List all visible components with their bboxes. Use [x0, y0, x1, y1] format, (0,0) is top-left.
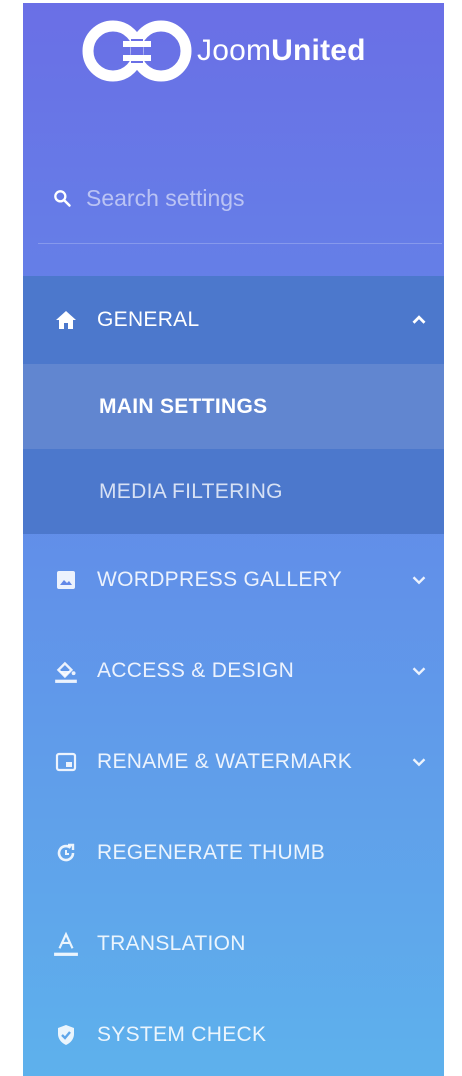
shield-check-icon: [53, 1022, 79, 1048]
menu-item-rename-watermark[interactable]: RENAME & WATERMARK: [23, 716, 444, 807]
menu-item-system-check[interactable]: SYSTEM CHECK: [23, 989, 444, 1076]
home-icon: [53, 307, 79, 333]
settings-menu: GENERAL MAIN SETTINGS MEDIA FILTERING WO…: [23, 276, 444, 1076]
chevron-up-icon[interactable]: [408, 309, 430, 331]
submenu-item-media-filtering[interactable]: MEDIA FILTERING: [23, 449, 444, 534]
menu-item-general[interactable]: GENERAL: [23, 276, 444, 364]
menu-item-label: REGENERATE THUMB: [97, 840, 326, 864]
brand-name: JoomUnited: [197, 34, 366, 68]
search-input[interactable]: [84, 183, 418, 213]
search-divider: [38, 243, 442, 244]
brand-name-part2: United: [271, 34, 366, 67]
menu-item-regenerate-thumb[interactable]: REGENERATE THUMB: [23, 807, 444, 898]
menu-item-translation[interactable]: TRANSLATION: [23, 898, 444, 989]
menu-item-label: RENAME & WATERMARK: [97, 749, 353, 773]
menu-item-wordpress-gallery[interactable]: WORDPRESS GALLERY: [23, 534, 444, 625]
menu-item-label: TRANSLATION: [97, 931, 246, 955]
menu-item-access-design[interactable]: ACCESS & DESIGN: [23, 625, 444, 716]
translate-icon: [53, 931, 79, 957]
chevron-down-icon[interactable]: [408, 751, 430, 773]
submenu-item-label: MEDIA FILTERING: [99, 479, 283, 503]
chevron-down-icon[interactable]: [408, 660, 430, 682]
menu-item-label: GENERAL: [97, 308, 200, 331]
paint-bucket-icon: [53, 658, 79, 684]
menu-item-label: ACCESS & DESIGN: [97, 658, 295, 682]
watermark-icon: [53, 749, 79, 775]
regenerate-icon: [53, 840, 79, 866]
search-bar: [38, 175, 442, 221]
brand-name-part1: Joom: [197, 34, 272, 67]
settings-sidebar: JoomUnited GENERAL MAIN SETTINGS MEDIA F…: [23, 3, 444, 1076]
image-icon: [53, 567, 79, 593]
menu-item-label: WORDPRESS GALLERY: [97, 567, 343, 591]
chevron-down-icon[interactable]: [408, 569, 430, 591]
menu-item-label: SYSTEM CHECK: [97, 1022, 267, 1046]
search-icon: [54, 190, 71, 207]
joomunited-logo[interactable]: JoomUnited: [79, 13, 366, 89]
submenu-item-label: MAIN SETTINGS: [99, 394, 268, 418]
submenu-item-main-settings[interactable]: MAIN SETTINGS: [23, 364, 444, 449]
joomunited-logo-mark-icon: [82, 20, 192, 82]
